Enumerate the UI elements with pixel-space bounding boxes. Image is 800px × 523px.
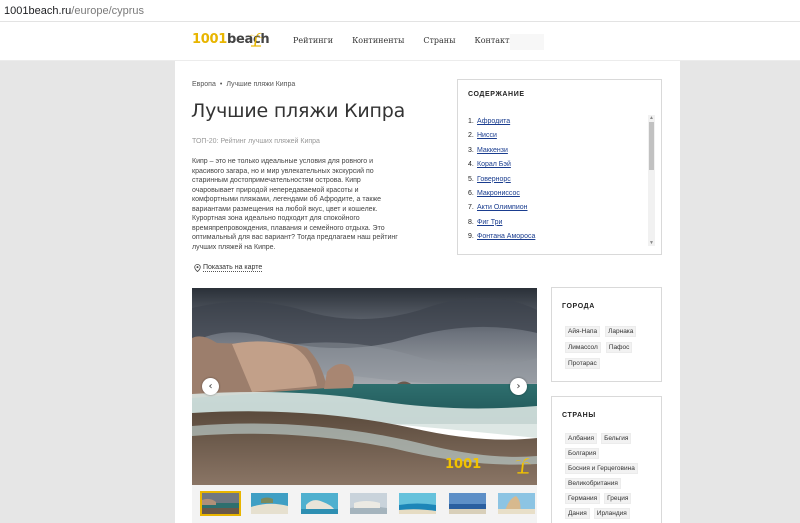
country-tag[interactable]: Босния и Герцеговина (565, 463, 638, 474)
toc-item[interactable]: 4. Корал Бэй (468, 161, 535, 175)
toc-item[interactable]: 6. Макрониссос (468, 190, 535, 204)
toc-item[interactable]: 9. Фонтана Амороса (468, 233, 535, 247)
site-header: 1001beach Рейтинги Континенты Страны Кон… (0, 22, 800, 61)
intro-text: Кипр – это не только идеальные условия д… (192, 158, 398, 251)
thumbnail-2[interactable] (251, 493, 288, 514)
country-tag[interactable]: Германия (565, 493, 601, 504)
search-input[interactable] (510, 34, 544, 50)
country-tag[interactable]: Великобритания (565, 478, 621, 489)
photo-watermark: 1001 (445, 457, 482, 472)
toc-link[interactable]: Говернорс (477, 176, 511, 183)
page-title: Лучшие пляжи Кипра (191, 100, 406, 122)
country-tag[interactable]: Албания (565, 433, 598, 444)
toc-number: 8. (468, 218, 474, 226)
toc-number: 5. (468, 175, 474, 183)
thumbnail-5[interactable] (399, 493, 436, 514)
logo-number: 1001 (192, 32, 227, 47)
toc-link[interactable]: Фиг Три (477, 219, 502, 226)
breadcrumb-current: Лучшие пляжи Кипра (226, 81, 296, 88)
country-tag[interactable]: Греция (604, 493, 632, 504)
scroll-up-icon[interactable]: ▲ (649, 115, 654, 121)
thumbnail-1[interactable] (200, 491, 241, 516)
toc-item[interactable]: 3. Маккензи (468, 147, 535, 161)
palm-watermark-icon (515, 458, 531, 474)
url-host: 1001beach.ru (4, 5, 72, 17)
table-of-contents: СОДЕРЖАНИЕ 1. Афродита 2. Нисси 3. Маккензи… (457, 79, 662, 255)
city-tag[interactable]: Айя-Напа (565, 326, 601, 337)
country-tag[interactable]: Бельгия (601, 433, 632, 444)
toc-item[interactable]: 2. Нисси (468, 132, 535, 146)
slider-prev-button[interactable]: ‹ (202, 378, 219, 395)
thumbnail-strip (192, 485, 537, 523)
url-path: /europe/cyprus (71, 5, 145, 17)
country-tag[interactable]: Дания (565, 508, 590, 519)
toc-link[interactable]: Корал Бэй (477, 161, 511, 168)
breadcrumb: Европа • Лучшие пляжи Кипра (192, 81, 295, 88)
scroll-down-icon[interactable]: ▼ (649, 240, 654, 246)
breadcrumb-separator: • (219, 81, 223, 88)
toc-number: 1. (468, 118, 474, 125)
toc-item[interactable]: 7. Акти Олимпион (468, 204, 535, 218)
address-url[interactable]: 1001beach.ru/europe/cyprus (4, 5, 144, 17)
toc-item[interactable]: 8. Фиг Три (468, 219, 535, 233)
thumbnail-3[interactable] (301, 493, 338, 514)
toc-scroll-thumb[interactable] (649, 122, 654, 170)
nav-countries[interactable]: Страны (423, 36, 455, 45)
beach-photo-slider[interactable] (192, 288, 537, 485)
toc-link[interactable]: Макрониссос (477, 190, 520, 197)
city-tag[interactable]: Лимассол (565, 342, 601, 353)
countries-box: СТРАНЫ Албания Бельгия Болгария Босния и… (551, 396, 662, 523)
toc-number: 7. (468, 204, 474, 212)
thumbnail-6[interactable] (449, 493, 486, 514)
map-pin-icon (194, 264, 201, 272)
toc-number: 6. (468, 189, 474, 197)
browser-address-bar[interactable]: 1001beach.ru/europe/cyprus (0, 0, 800, 22)
thumbnail-4[interactable] (350, 493, 387, 514)
city-tag[interactable]: Ларнака (605, 326, 637, 337)
city-tag[interactable]: Протарас (565, 358, 600, 369)
cities-title: ГОРОДА (562, 303, 595, 310)
toc-item[interactable]: 5. Говернорс (468, 176, 535, 190)
toc-title: СОДЕРЖАНИЕ (468, 91, 525, 98)
toc-link[interactable]: Нисси (477, 132, 497, 139)
toc-link[interactable]: Маккензи (477, 147, 508, 154)
thumbnail-7[interactable] (498, 493, 535, 514)
toc-number: 3. (468, 146, 474, 154)
show-on-map-link[interactable]: Показать на карте (194, 264, 263, 272)
city-tag[interactable]: Пафос (605, 342, 633, 353)
country-tag[interactable]: Ирландия (593, 508, 630, 519)
toc-link[interactable]: Фонтана Амороса (477, 233, 535, 240)
toc-number: 9. (468, 233, 474, 241)
toc-item[interactable]: 1. Афродита (468, 118, 535, 132)
country-tag[interactable]: Болгария (565, 448, 600, 459)
toc-number: 2. (468, 132, 474, 140)
beach-photo (192, 288, 537, 485)
page-subtitle: ТОП-20: Рейтинг лучших пляжей Кипра (192, 138, 320, 145)
city-tags: Айя-Напа Ларнака Лимассол Пафос Протарас (565, 326, 657, 369)
main-nav: Рейтинги Континенты Страны Контакты (293, 36, 535, 45)
nav-continents[interactable]: Континенты (352, 36, 404, 45)
show-on-map-label: Показать на карте (203, 264, 263, 272)
palm-logo-icon (249, 32, 263, 47)
toc-list: 1. Афродита 2. Нисси 3. Маккензи 4. Корал Бэ… (468, 118, 535, 248)
country-tags: Албания Бельгия Болгария Босния и Герцег… (565, 433, 657, 519)
toc-number: 4. (468, 161, 474, 169)
breadcrumb-parent[interactable]: Европа (192, 81, 216, 88)
toc-link[interactable]: Акти Олимпион (477, 204, 528, 211)
toc-link[interactable]: Афродита (477, 118, 510, 125)
countries-title: СТРАНЫ (562, 412, 596, 419)
toc-scrollbar[interactable]: ▲ ▼ (648, 115, 655, 246)
slider-next-button[interactable]: › (510, 378, 527, 395)
cities-box: ГОРОДА Айя-Напа Ларнака Лимассол Пафос П… (551, 287, 662, 382)
nav-ratings[interactable]: Рейтинги (293, 36, 333, 45)
